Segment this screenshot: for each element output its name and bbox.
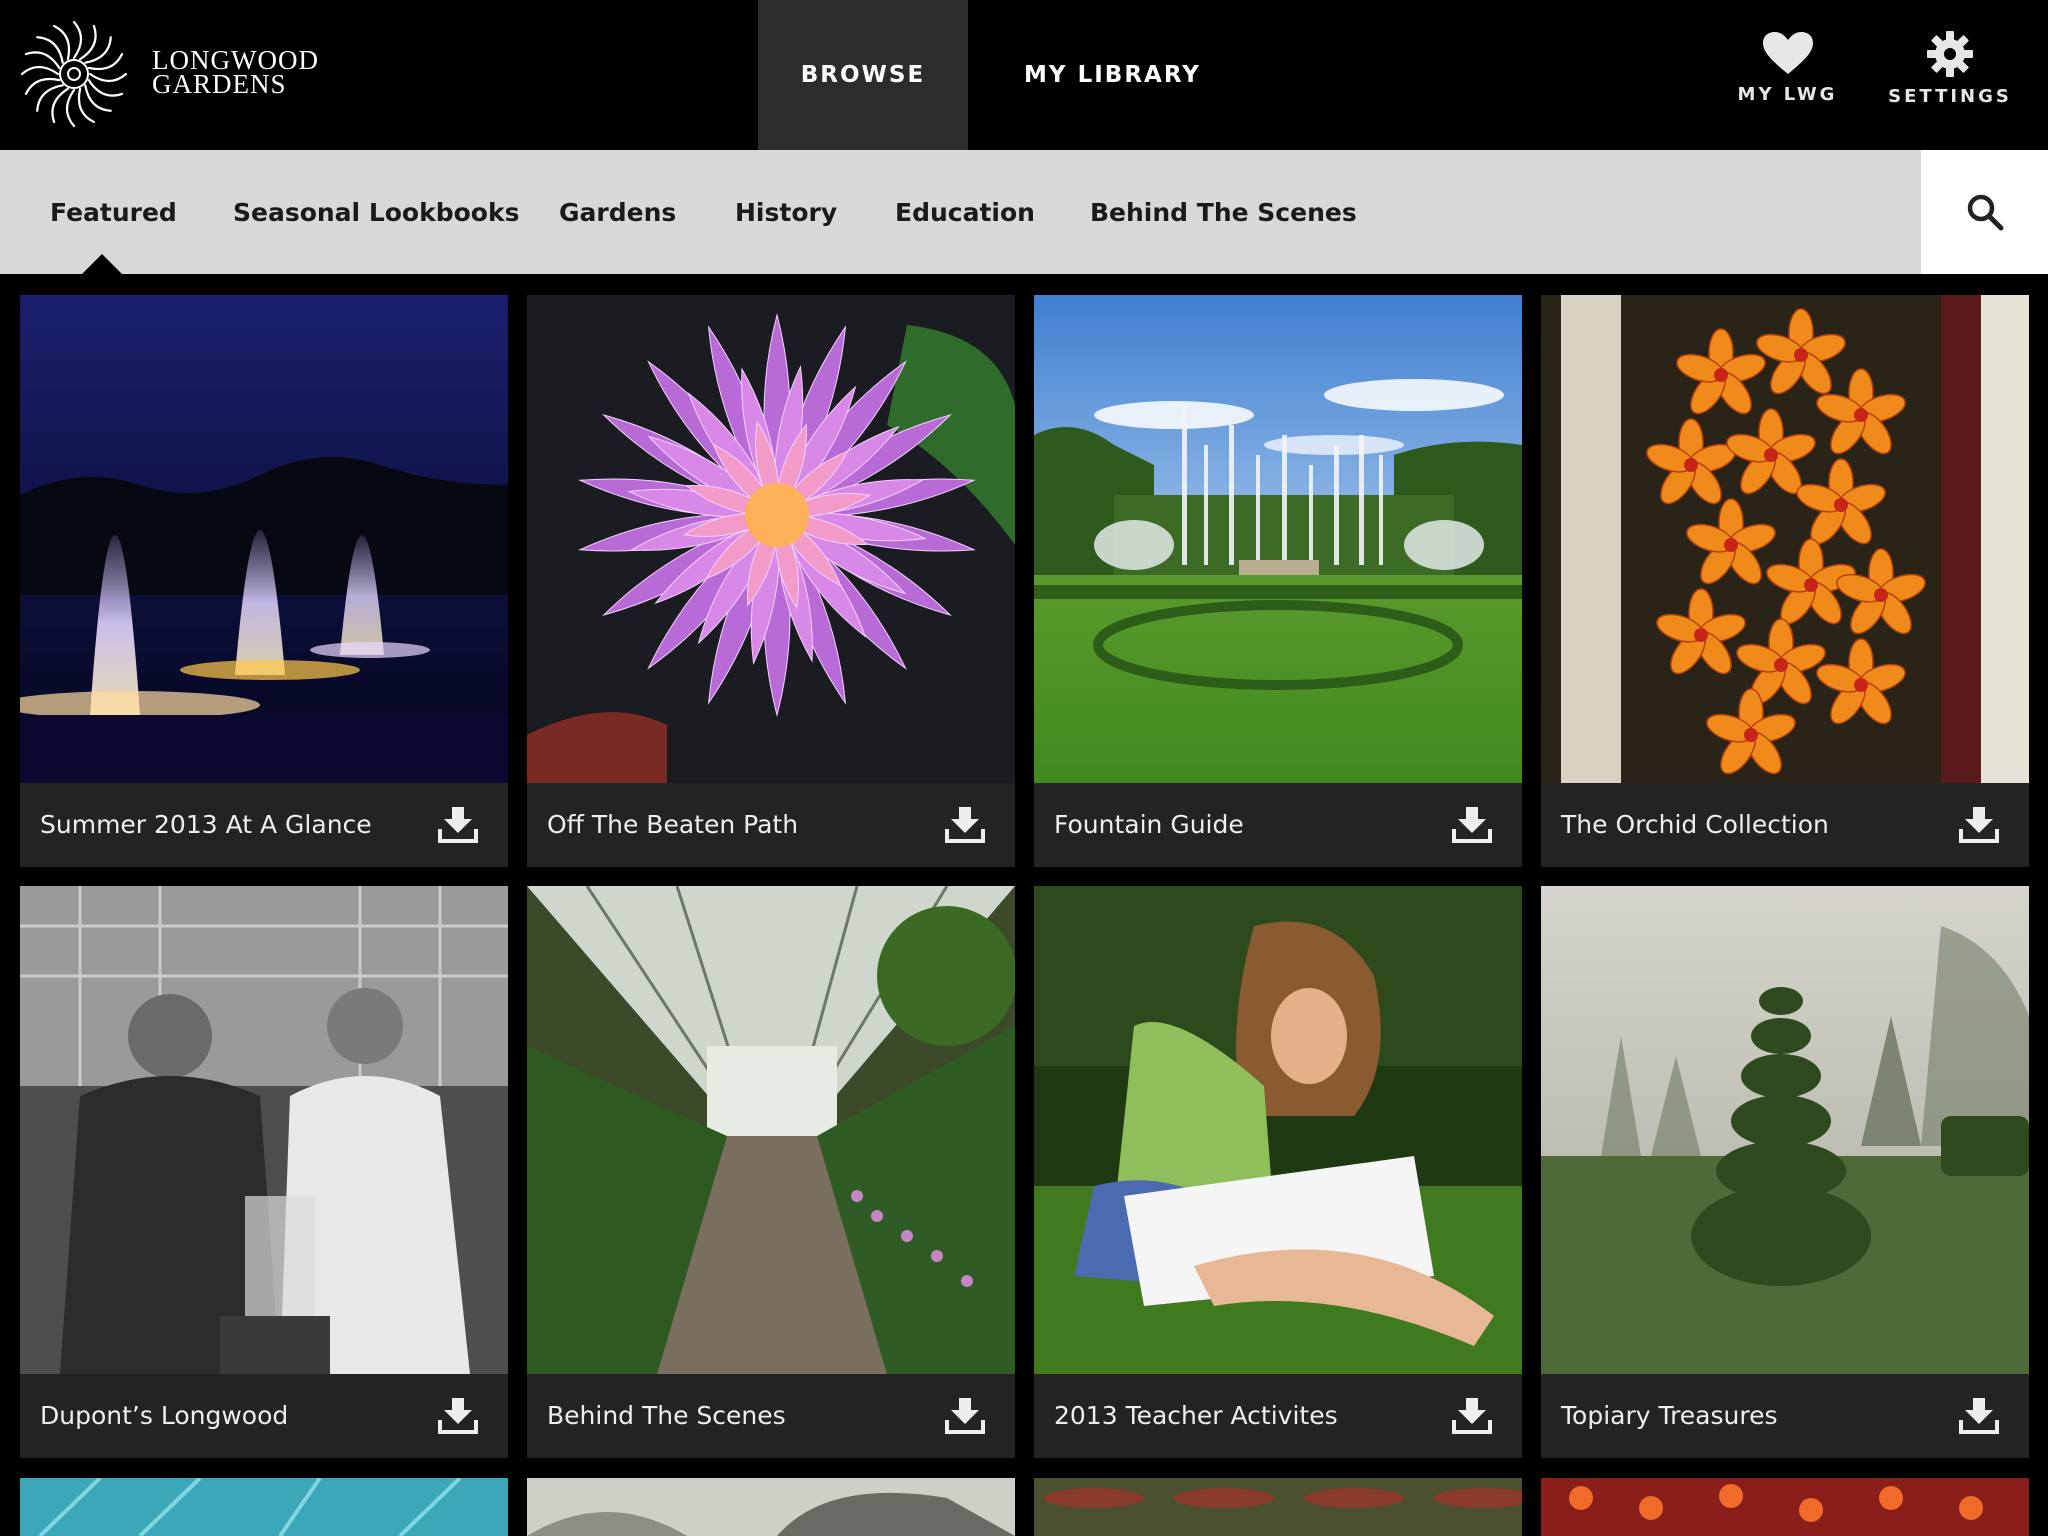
download-icon[interactable]: [438, 1398, 478, 1434]
card-duponts-longwood[interactable]: Dupont’s Longwood: [20, 886, 508, 1458]
card-title: Topiary Treasures: [1561, 1401, 1778, 1430]
longwood-logo-icon[interactable]: [18, 18, 130, 130]
top-bar: LONGWOOD GARDENS BROWSE MY LIBRARY MY LW…: [0, 0, 2048, 150]
card-topiary-treasures[interactable]: Topiary Treasures: [1541, 886, 2029, 1458]
card-partial-3[interactable]: [1034, 1478, 1522, 1536]
card-off-the-beaten-path[interactable]: Off The Beaten Path: [527, 295, 1015, 867]
gear-icon: [1927, 31, 1973, 77]
card-footer: 2013 Teacher Activites: [1034, 1374, 1522, 1458]
card-image-vintage-photo: [20, 886, 508, 1374]
card-image-water-lily: [527, 295, 1015, 783]
tab-my-library[interactable]: MY LIBRARY: [1000, 0, 1225, 150]
card-footer: The Orchid Collection: [1541, 783, 2029, 867]
category-gardens[interactable]: Gardens: [559, 150, 676, 274]
search-icon: [1967, 194, 2003, 231]
card-fountain-guide[interactable]: Fountain Guide: [1034, 295, 1522, 867]
card-title: Summer 2013 At A Glance: [40, 810, 372, 839]
card-title: Dupont’s Longwood: [40, 1401, 289, 1430]
card-footer: Off The Beaten Path: [527, 783, 1015, 867]
card-partial-2[interactable]: [527, 1478, 1015, 1536]
card-title: The Orchid Collection: [1561, 810, 1829, 839]
card-footer: Fountain Guide: [1034, 783, 1522, 867]
card-image-greenhouse: [527, 886, 1015, 1374]
active-category-indicator: [82, 254, 122, 274]
card-image-fountains-night: [20, 295, 508, 783]
settings-label: SETTINGS: [1888, 86, 2012, 107]
card-title: 2013 Teacher Activites: [1054, 1401, 1338, 1430]
brand-name: LONGWOOD GARDENS: [152, 47, 319, 99]
card-footer: Dupont’s Longwood: [20, 1374, 508, 1458]
category-behind-the-scenes[interactable]: Behind The Scenes: [1090, 150, 1357, 274]
my-lwg-label: MY LWG: [1737, 84, 1838, 105]
brand-line-2: GARDENS: [152, 69, 287, 99]
card-behind-the-scenes[interactable]: Behind The Scenes: [527, 886, 1015, 1458]
download-icon[interactable]: [945, 807, 985, 843]
heart-icon: [1762, 32, 1813, 74]
tab-browse[interactable]: BROWSE: [758, 0, 968, 150]
card-image-orchids: [1541, 295, 2029, 783]
settings-button[interactable]: SETTINGS: [1880, 30, 2020, 120]
card-image-girl-writing: [1034, 886, 1522, 1374]
download-icon[interactable]: [1959, 807, 1999, 843]
category-education[interactable]: Education: [895, 150, 1035, 274]
search-button[interactable]: [1921, 150, 2048, 274]
card-partial-4[interactable]: [1541, 1478, 2029, 1536]
card-teacher-activities[interactable]: 2013 Teacher Activites: [1034, 886, 1522, 1458]
category-seasonal-lookbooks[interactable]: Seasonal Lookbooks: [233, 150, 520, 274]
download-icon[interactable]: [1452, 1398, 1492, 1434]
card-title: Off The Beaten Path: [547, 810, 799, 839]
category-bar: Featured Seasonal Lookbooks Gardens Hist…: [0, 150, 2048, 274]
card-image-topiary: [1541, 886, 2029, 1374]
my-lwg-button[interactable]: MY LWG: [1730, 30, 1845, 120]
card-footer: Topiary Treasures: [1541, 1374, 2029, 1458]
card-image-formal-garden: [1034, 295, 1522, 783]
download-icon[interactable]: [438, 807, 478, 843]
card-footer: Summer 2013 At A Glance: [20, 783, 508, 867]
download-icon[interactable]: [945, 1398, 985, 1434]
card-orchid-collection[interactable]: The Orchid Collection: [1541, 295, 2029, 867]
card-partial-1[interactable]: [20, 1478, 508, 1536]
category-history[interactable]: History: [735, 150, 837, 274]
download-icon[interactable]: [1959, 1398, 1999, 1434]
card-title: Fountain Guide: [1054, 810, 1244, 839]
card-footer: Behind The Scenes: [527, 1374, 1015, 1458]
card-summer-2013[interactable]: Summer 2013 At A Glance: [20, 295, 508, 867]
download-icon[interactable]: [1452, 807, 1492, 843]
card-title: Behind The Scenes: [547, 1401, 786, 1430]
